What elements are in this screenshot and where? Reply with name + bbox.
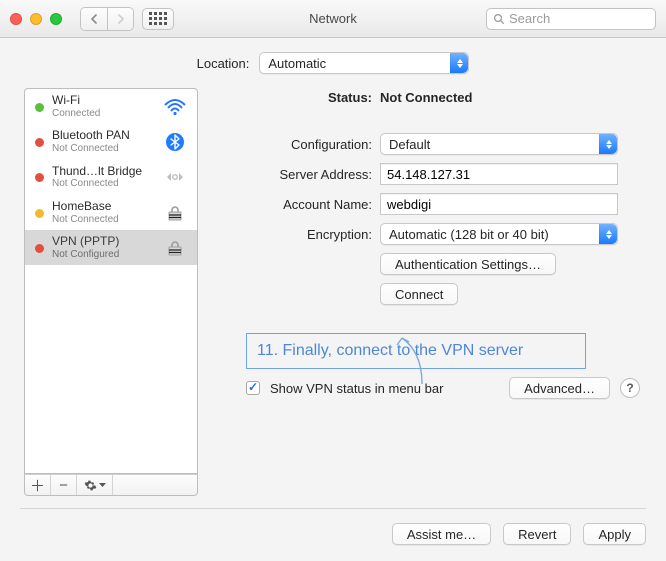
server-address-label: Server Address: [216, 167, 372, 182]
location-value: Automatic [268, 56, 326, 71]
minus-icon: − [59, 477, 68, 494]
remove-interface-button[interactable]: − [51, 475, 77, 495]
status-dot-icon [35, 103, 44, 112]
detail-pane: Status: Not Connected Configuration: Def… [216, 88, 646, 496]
account-name-label: Account Name: [216, 197, 372, 212]
window-body: Location: Automatic Wi-Fi Connected [0, 38, 666, 561]
sidebar-item-label: HomeBase [52, 200, 153, 214]
status-label: Status: [244, 90, 372, 105]
search-icon [493, 13, 505, 25]
action-menu-button[interactable] [77, 475, 113, 495]
apply-button[interactable]: Apply [583, 523, 646, 545]
advanced-button[interactable]: Advanced… [509, 377, 610, 399]
chevron-down-icon [99, 483, 106, 488]
window-controls [10, 13, 62, 25]
chevron-updown-icon [599, 134, 617, 154]
sidebar-item-homebase[interactable]: HomeBase Not Connected [25, 195, 197, 230]
add-interface-button[interactable]: ＋ [25, 475, 51, 495]
search-input[interactable]: Search [486, 8, 656, 30]
back-button[interactable] [81, 8, 107, 30]
minimize-icon[interactable] [30, 13, 42, 25]
encryption-value: Automatic (128 bit or 40 bit) [389, 227, 549, 242]
status-dot-icon [35, 244, 44, 253]
encryption-label: Encryption: [216, 227, 372, 242]
location-label: Location: [197, 56, 250, 71]
zoom-icon[interactable] [50, 13, 62, 25]
show-all-button[interactable] [142, 8, 174, 30]
sidebar-footer: ＋ − [24, 474, 198, 496]
sidebar-item-status: Connected [52, 108, 153, 120]
sidebar-item-status: Not Connected [52, 143, 153, 155]
forward-button[interactable] [107, 8, 133, 30]
bluetooth-icon [161, 132, 189, 152]
status-dot-icon [35, 209, 44, 218]
thunderbolt-icon [161, 168, 189, 186]
sidebar-item-status: Not Configured [52, 249, 153, 261]
chevron-updown-icon [599, 224, 617, 244]
sidebar-item-wifi[interactable]: Wi-Fi Connected [25, 89, 197, 124]
revert-button[interactable]: Revert [503, 523, 571, 545]
chevron-updown-icon [450, 53, 468, 73]
wifi-icon [161, 98, 189, 116]
server-address-input[interactable] [380, 163, 618, 185]
interface-list: Wi-Fi Connected Bluetooth PAN Not Connec… [24, 88, 198, 474]
encryption-select[interactable]: Automatic (128 bit or 40 bit) [380, 223, 618, 245]
plus-icon: ＋ [30, 475, 45, 496]
sidebar-item-bluetooth-pan[interactable]: Bluetooth PAN Not Connected [25, 124, 197, 159]
account-name-input[interactable] [380, 193, 618, 215]
status-value: Not Connected [380, 90, 472, 105]
location-select[interactable]: Automatic [259, 52, 469, 74]
sidebar-item-label: Wi-Fi [52, 94, 153, 108]
show-vpn-status-checkbox[interactable] [246, 381, 260, 395]
titlebar: Network Search [0, 0, 666, 38]
gear-icon [84, 479, 97, 492]
configuration-label: Configuration: [216, 137, 372, 152]
location-row: Location: Automatic [0, 38, 666, 88]
main: Wi-Fi Connected Bluetooth PAN Not Connec… [0, 88, 666, 496]
sidebar-item-status: Not Connected [52, 214, 153, 226]
configuration-value: Default [389, 137, 430, 152]
show-vpn-status-label: Show VPN status in menu bar [270, 381, 443, 396]
close-icon[interactable] [10, 13, 22, 25]
sidebar-item-status: Not Connected [52, 178, 153, 190]
sidebar-item-vpn-pptp[interactable]: VPN (PPTP) Not Configured [25, 230, 197, 265]
search-placeholder: Search [509, 11, 550, 26]
configuration-select[interactable]: Default [380, 133, 618, 155]
status-dot-icon [35, 173, 44, 182]
nav-group [80, 7, 134, 31]
lock-icon [161, 203, 189, 223]
footer: Assist me… Revert Apply [0, 509, 666, 561]
status-dot-icon [35, 138, 44, 147]
connect-button[interactable]: Connect [380, 283, 458, 305]
sidebar-item-label: VPN (PPTP) [52, 235, 153, 249]
sidebar-item-label: Bluetooth PAN [52, 129, 153, 143]
annotation-text: 11. Finally, connect to the VPN server [246, 333, 586, 369]
lock-icon [161, 238, 189, 258]
grid-icon [149, 12, 167, 25]
auth-settings-button[interactable]: Authentication Settings… [380, 253, 556, 275]
sidebar-item-thunderbolt-bridge[interactable]: Thund…lt Bridge Not Connected [25, 160, 197, 195]
assist-me-button[interactable]: Assist me… [392, 523, 491, 545]
sidebar: Wi-Fi Connected Bluetooth PAN Not Connec… [24, 88, 198, 496]
sidebar-item-label: Thund…lt Bridge [52, 165, 153, 179]
annotation: 11. Finally, connect to the VPN server [246, 333, 586, 369]
help-button[interactable]: ? [620, 378, 640, 398]
